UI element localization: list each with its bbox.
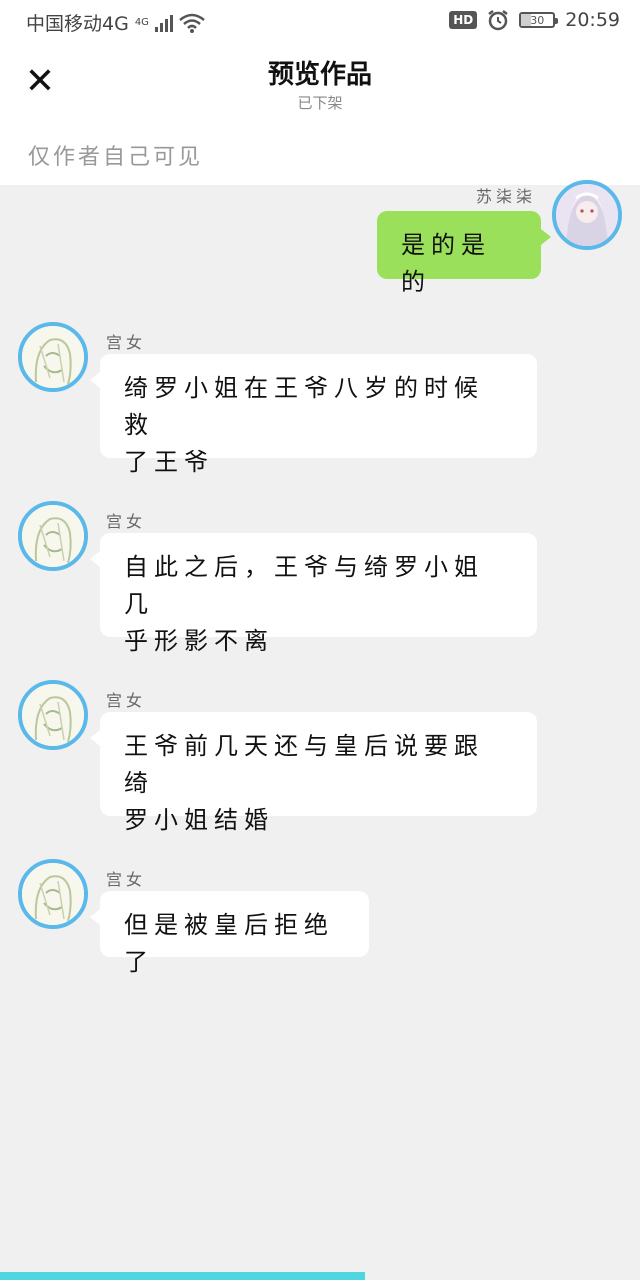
reading-progress-bar xyxy=(0,1272,640,1280)
message-text: 是的是的 xyxy=(401,231,491,296)
message-text-line: 王爷前几天还与皇后说要跟绮 xyxy=(124,732,484,797)
message-text-line: 了王爷 xyxy=(124,448,214,476)
message-text-line: 绮罗小姐在王爷八岁的时候救 xyxy=(124,374,484,439)
page-title: 预览作品 xyxy=(267,60,372,90)
sender-name: 宫女 xyxy=(106,870,147,889)
signal-icon xyxy=(154,14,173,32)
clock: 20:59 xyxy=(565,9,620,31)
alarm-icon xyxy=(488,10,508,31)
message-bubble-0[interactable]: 是的是的 xyxy=(377,211,551,296)
header: ✕ 预览作品 已下架 仅作者自己可见 xyxy=(0,44,640,185)
message-bubble-1[interactable]: 绮罗小姐在王爷八岁的时候救 了王爷 xyxy=(90,354,537,476)
carrier-label: 中国移动4G xyxy=(26,13,129,35)
avatar[interactable] xyxy=(18,322,88,392)
message-bubble-3[interactable]: 王爷前几天还与皇后说要跟绮 罗小姐结婚 xyxy=(90,712,537,834)
avatar[interactable] xyxy=(18,859,88,929)
status-bar: 中国移动4G 4G HD 30 20:59 xyxy=(0,0,640,44)
avatar[interactable] xyxy=(552,180,622,250)
battery-icon: 30 xyxy=(519,12,559,28)
wifi-icon xyxy=(179,13,205,33)
visibility-note: 仅作者自己可见 xyxy=(28,145,204,170)
sender-name: 苏柒柒 xyxy=(475,187,536,206)
message-text-line: 乎形影不离 xyxy=(124,627,274,655)
sender-name: 宫女 xyxy=(106,691,147,710)
sender-name: 宫女 xyxy=(106,512,147,531)
message-text-line: 罗小姐结婚 xyxy=(124,806,274,834)
avatar[interactable] xyxy=(18,680,88,750)
avatar[interactable] xyxy=(18,501,88,571)
message-text-line: 自此之后，王爷与绮罗小姐几 xyxy=(124,553,484,618)
message-bubble-4[interactable]: 但是被皇后拒绝了 xyxy=(90,891,369,976)
hd-badge: HD xyxy=(449,11,478,29)
sender-name: 宫女 xyxy=(106,333,147,352)
message-bubble-2[interactable]: 自此之后，王爷与绮罗小姐几 乎形影不离 xyxy=(90,533,537,655)
reading-progress-fill xyxy=(0,1272,365,1280)
status-subtitle: 已下架 xyxy=(297,94,343,112)
network-badge: 4G xyxy=(134,17,149,28)
message-text-line: 但是被皇后拒绝了 xyxy=(124,911,334,976)
battery-level: 30 xyxy=(530,13,545,27)
